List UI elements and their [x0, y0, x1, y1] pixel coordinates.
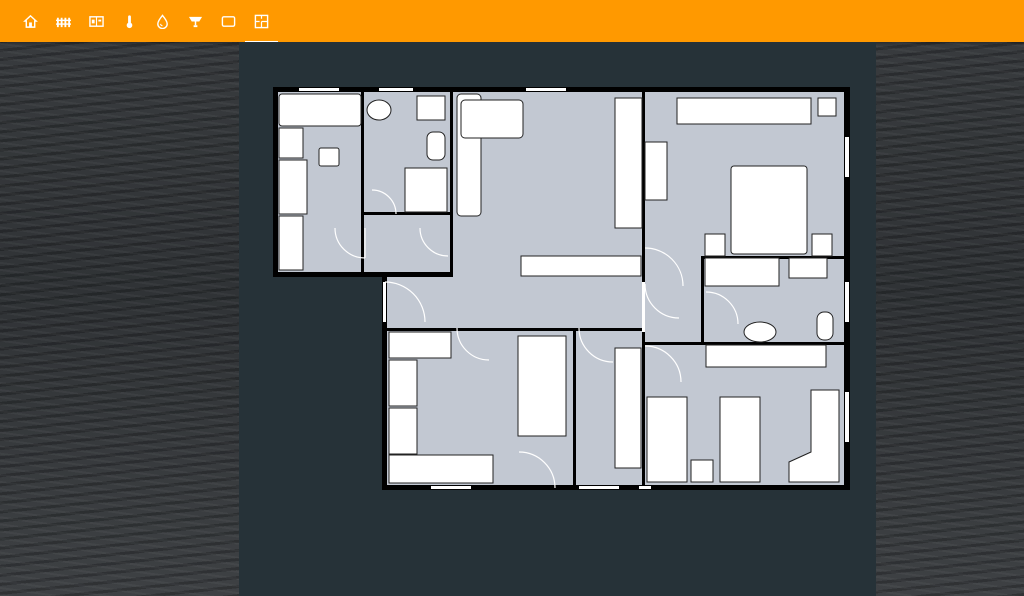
fence-icon	[56, 17, 71, 27]
tab-lights[interactable]	[179, 0, 212, 42]
floorplan-icon	[254, 14, 269, 28]
panel-icon	[89, 15, 104, 27]
tab-screen[interactable]	[212, 0, 245, 42]
water-drop-icon	[157, 13, 168, 29]
tab-water[interactable]	[146, 0, 179, 42]
tab-home[interactable]	[14, 0, 47, 42]
home-icon	[23, 14, 38, 28]
tab-panel[interactable]	[80, 0, 113, 42]
tab-climate[interactable]	[113, 0, 146, 42]
floorplan-image	[273, 87, 850, 490]
floorplan-panel	[239, 42, 876, 596]
rectangle-icon	[221, 15, 236, 27]
lamp-icon	[188, 16, 203, 27]
top-toolbar	[0, 0, 1024, 43]
tab-fence[interactable]	[47, 0, 80, 42]
tab-floorplan[interactable]	[245, 0, 278, 43]
thermometer-icon	[126, 14, 133, 28]
